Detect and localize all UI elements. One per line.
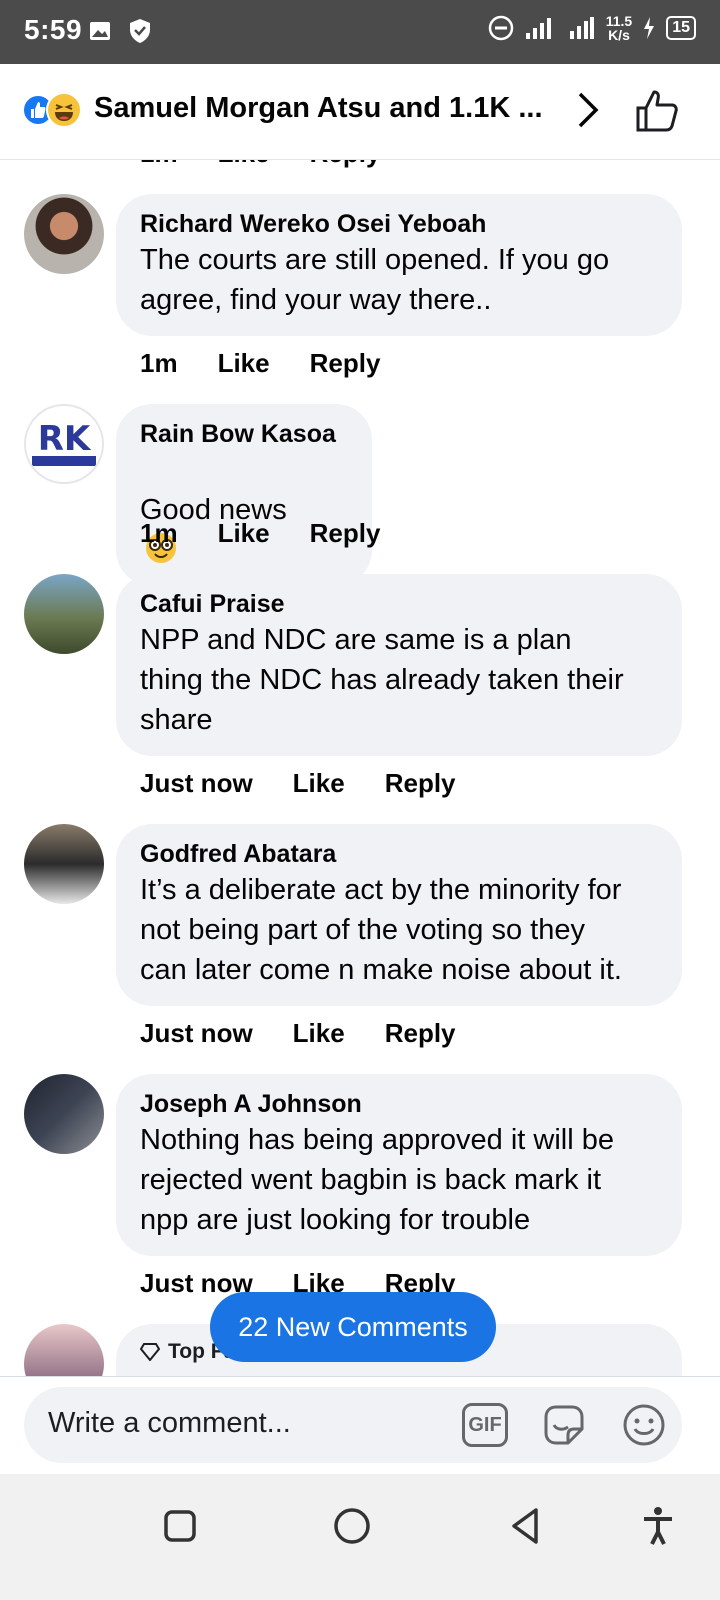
accessibility-icon[interactable] xyxy=(634,1502,682,1550)
avatar[interactable]: RK xyxy=(24,404,104,484)
avatar[interactable] xyxy=(24,824,104,904)
do-not-disturb-icon xyxy=(488,15,513,41)
post-reactions-header: Samuel Morgan Atsu and 1.1K ... xyxy=(0,64,720,160)
comment-text: Nothing has being approved it will be re… xyxy=(140,1124,614,1236)
comment-author[interactable]: Joseph A Johnson xyxy=(140,1088,660,1120)
back-icon[interactable] xyxy=(502,1502,550,1550)
status-time: 5:59 xyxy=(24,14,83,45)
svg-text:RK: RK xyxy=(38,419,92,459)
comments-list: 1m Like Reply Richard Wereko Osei Yeboah… xyxy=(0,160,720,1400)
comment-time: Just now xyxy=(140,768,253,798)
comment-actions: 1m Like Reply xyxy=(140,348,380,379)
comment-author[interactable]: Godfred Abatara xyxy=(140,838,660,870)
system-navigation-bar xyxy=(0,1474,720,1600)
shield-icon xyxy=(130,19,150,43)
comment-author[interactable]: Richard Wereko Osei Yeboah xyxy=(140,208,660,240)
comment-bubble[interactable]: Godfred Abatara It’s a deliberate act by… xyxy=(116,824,682,1006)
comment-author[interactable]: Cafui Praise xyxy=(140,588,660,620)
avatar[interactable] xyxy=(24,194,104,274)
comment-text: The courts are still opened. If you go a… xyxy=(140,244,610,316)
comment-bubble[interactable]: Cafui Praise NPP and NDC are same is a p… xyxy=(116,574,682,756)
comment-bubble[interactable]: Rain Bow Kasoa Good news xyxy=(116,404,372,586)
thumbs-up-icon[interactable] xyxy=(632,86,682,136)
emoji-icon[interactable] xyxy=(620,1401,668,1449)
comment-actions: Just now Like Reply xyxy=(140,1018,456,1049)
reply-button[interactable]: Reply xyxy=(385,1018,456,1049)
signal-icon xyxy=(525,18,551,39)
like-button[interactable]: Like xyxy=(218,348,270,379)
recent-apps-icon[interactable] xyxy=(156,1502,204,1550)
charging-icon xyxy=(644,17,655,39)
comment-author[interactable]: Rain Bow Kasoa xyxy=(140,418,350,450)
signal-icon-2 xyxy=(569,17,594,39)
avatar[interactable] xyxy=(24,574,104,654)
reply-button[interactable]: Reply xyxy=(385,768,456,799)
reply-button[interactable]: Reply xyxy=(310,160,381,169)
gif-button[interactable]: GIF xyxy=(462,1403,508,1447)
partial-comment-actions: 1m Like Reply xyxy=(140,160,380,169)
reply-button[interactable]: Reply xyxy=(310,348,381,379)
reaction-summary[interactable] xyxy=(22,92,86,128)
comment-actions: 1m Like Reply xyxy=(140,518,380,549)
haha-reaction-icon xyxy=(46,92,82,128)
comment-time: 1m xyxy=(140,518,178,548)
network-speed: 11.5 K/s xyxy=(605,13,633,43)
reactors-title[interactable]: Samuel Morgan Atsu and 1.1K ... xyxy=(94,92,543,125)
like-button[interactable]: Like xyxy=(218,160,270,169)
comment-time: 1m xyxy=(140,348,178,378)
sticker-icon[interactable] xyxy=(540,1401,588,1449)
battery-indicator: 15 xyxy=(666,16,696,40)
comment-actions: Just now Like Reply xyxy=(140,768,456,799)
like-button[interactable]: Like xyxy=(218,518,270,549)
comment-bubble[interactable]: Joseph A Johnson Nothing has being appro… xyxy=(116,1074,682,1256)
reply-button[interactable]: Reply xyxy=(310,518,381,549)
comment-bubble[interactable]: Richard Wereko Osei Yeboah The courts ar… xyxy=(116,194,682,336)
gallery-icon xyxy=(90,22,110,40)
new-comments-button[interactable]: 22 New Comments xyxy=(210,1292,496,1362)
chevron-right-icon[interactable] xyxy=(570,88,606,132)
comment-text: It’s a deliberate act by the minority fo… xyxy=(140,874,622,986)
rainbow-logo-icon: RK xyxy=(32,419,96,466)
avatar[interactable] xyxy=(24,1074,104,1154)
like-button[interactable]: Like xyxy=(293,1018,345,1049)
comment-time: 1m xyxy=(140,160,178,169)
diamond-icon xyxy=(140,1343,160,1361)
comment-time: Just now xyxy=(140,1018,253,1048)
comment-placeholder[interactable]: Write a comment... xyxy=(48,1407,291,1440)
comment-input[interactable]: Write a comment... GIF xyxy=(24,1387,682,1463)
comment-composer: Write a comment... GIF xyxy=(0,1376,720,1474)
status-bar: 5:59 11.5 K/s 15 xyxy=(0,0,720,64)
like-button[interactable]: Like xyxy=(293,768,345,799)
comment-text: NPP and NDC are same is a plan thing the… xyxy=(140,624,624,736)
home-icon[interactable] xyxy=(328,1502,376,1550)
